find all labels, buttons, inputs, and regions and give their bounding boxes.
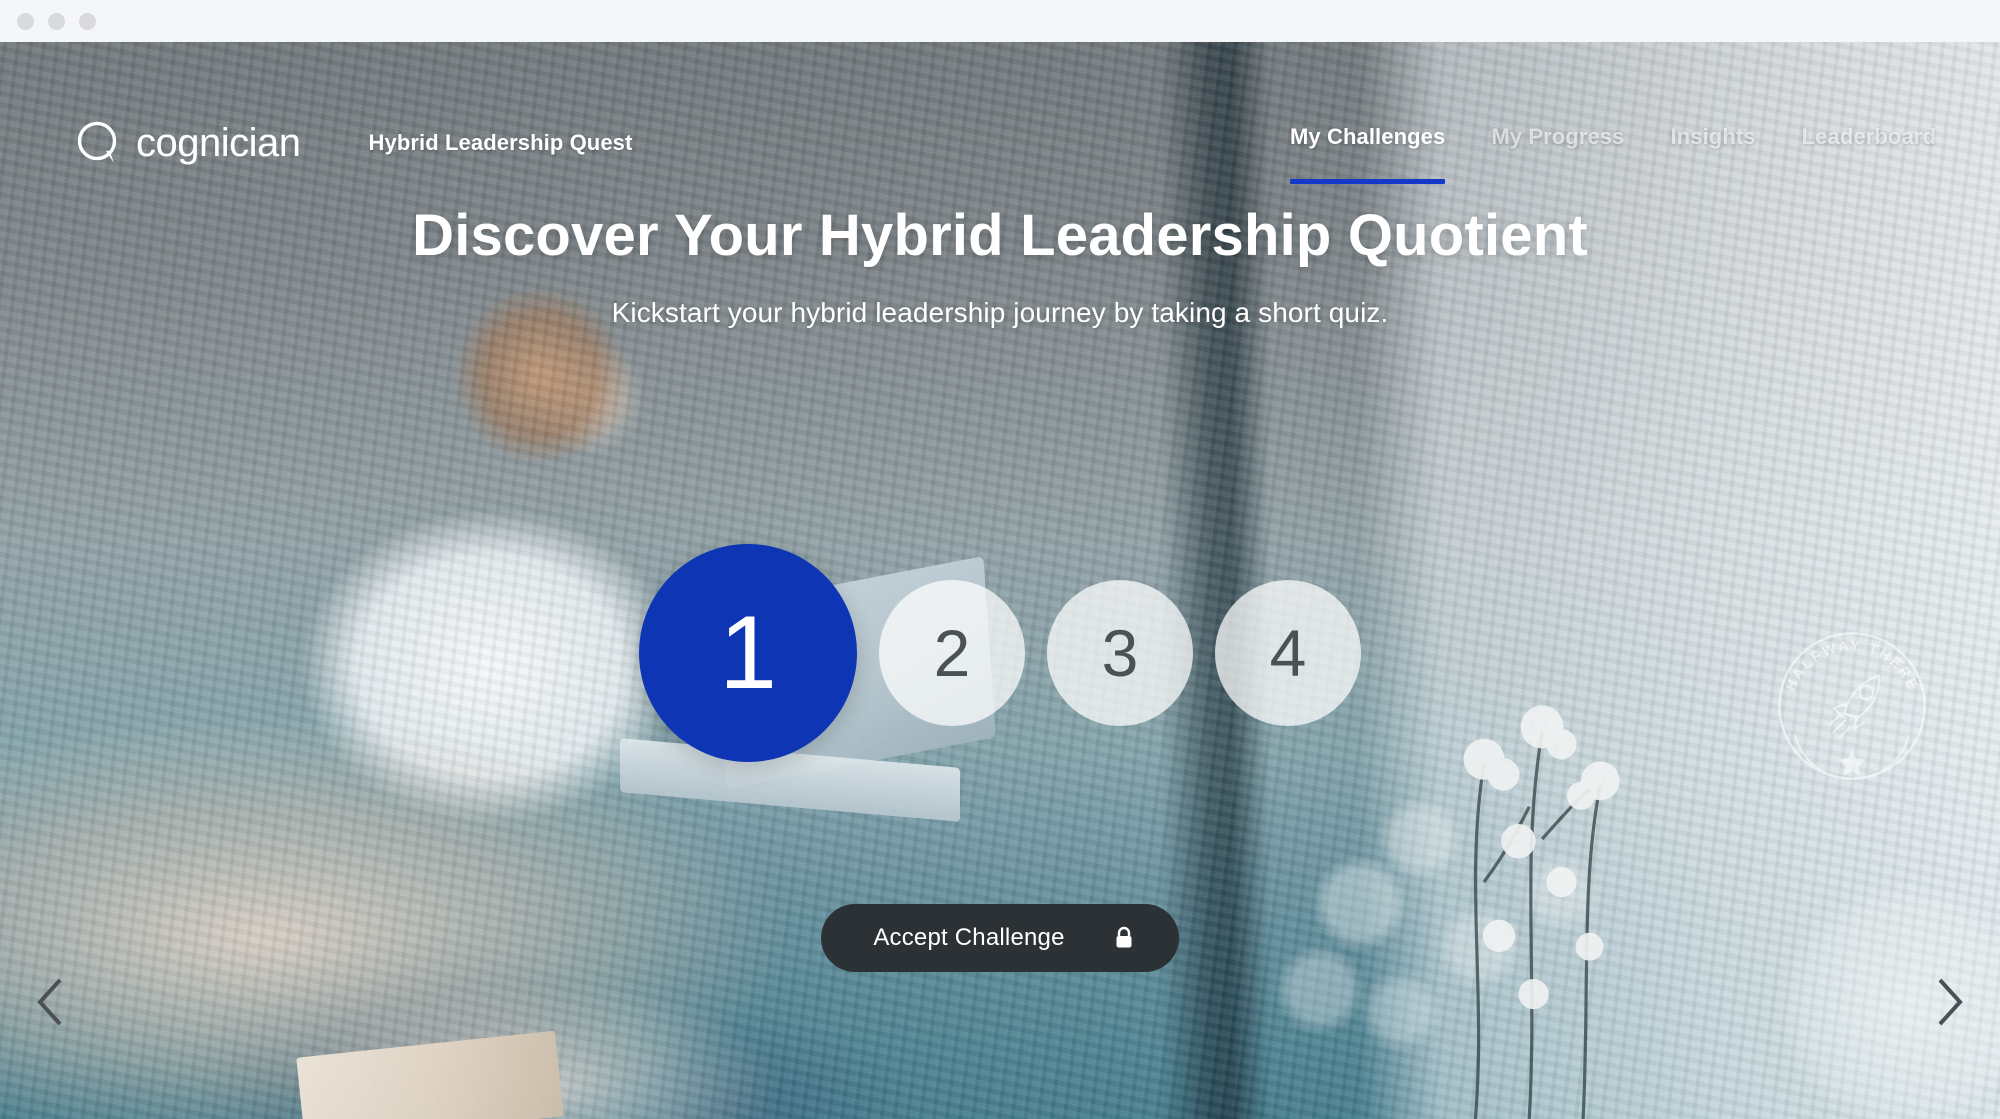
- lock-closed-icon: [1116, 926, 1132, 948]
- chevron-left-icon: [37, 978, 62, 1026]
- challenge-steps: 1 2 3 4: [0, 544, 2000, 762]
- hero-subtitle: Kickstart your hybrid leadership journey…: [611, 297, 1389, 328]
- browser-window: cognician Hybrid Leadership Quest My Cha…: [0, 0, 2000, 1119]
- step-circle-3[interactable]: 3: [1047, 580, 1193, 726]
- nav-item-leaderboard[interactable]: Leaderboard: [1802, 124, 1936, 184]
- nav-item-insights[interactable]: Insights: [1671, 124, 1756, 184]
- cta-container: Accept Challenge: [0, 904, 2000, 972]
- minimize-dot[interactable]: [48, 12, 65, 30]
- quest-title: Hybrid Leadership Quest: [368, 130, 633, 155]
- window-titlebar: [0, 0, 2000, 42]
- step-circle-1[interactable]: 1: [639, 544, 857, 762]
- close-dot[interactable]: [17, 12, 34, 30]
- nav-item-my-progress[interactable]: My Progress: [1491, 124, 1624, 184]
- cognician-speech-bubble-q-icon: [77, 121, 117, 163]
- logo-wordmark: cognician: [136, 121, 301, 165]
- brand-logo[interactable]: cognician: [76, 120, 301, 166]
- maximize-dot[interactable]: [79, 12, 96, 30]
- hero-copy: Discover Your Hybrid Leadership Quotient…: [0, 202, 2000, 329]
- step-circle-2[interactable]: 2: [879, 580, 1025, 726]
- carousel-prev-button[interactable]: [22, 972, 82, 1032]
- top-navigation-bar: cognician Hybrid Leadership Quest My Cha…: [0, 42, 2000, 184]
- main-nav: My Challenges My Progress Insights Leade…: [1290, 124, 1936, 184]
- accept-challenge-label: Accept Challenge: [873, 924, 1065, 951]
- step-circle-4[interactable]: 4: [1215, 580, 1361, 726]
- carousel-next-button[interactable]: [1918, 972, 1978, 1032]
- page-title: Discover Your Hybrid Leadership Quotient: [412, 203, 1588, 268]
- hero-section: cognician Hybrid Leadership Quest My Cha…: [0, 42, 2000, 1119]
- nav-item-my-challenges[interactable]: My Challenges: [1290, 124, 1446, 184]
- chevron-right-icon: [1938, 978, 1963, 1026]
- accept-challenge-button[interactable]: Accept Challenge: [821, 904, 1179, 972]
